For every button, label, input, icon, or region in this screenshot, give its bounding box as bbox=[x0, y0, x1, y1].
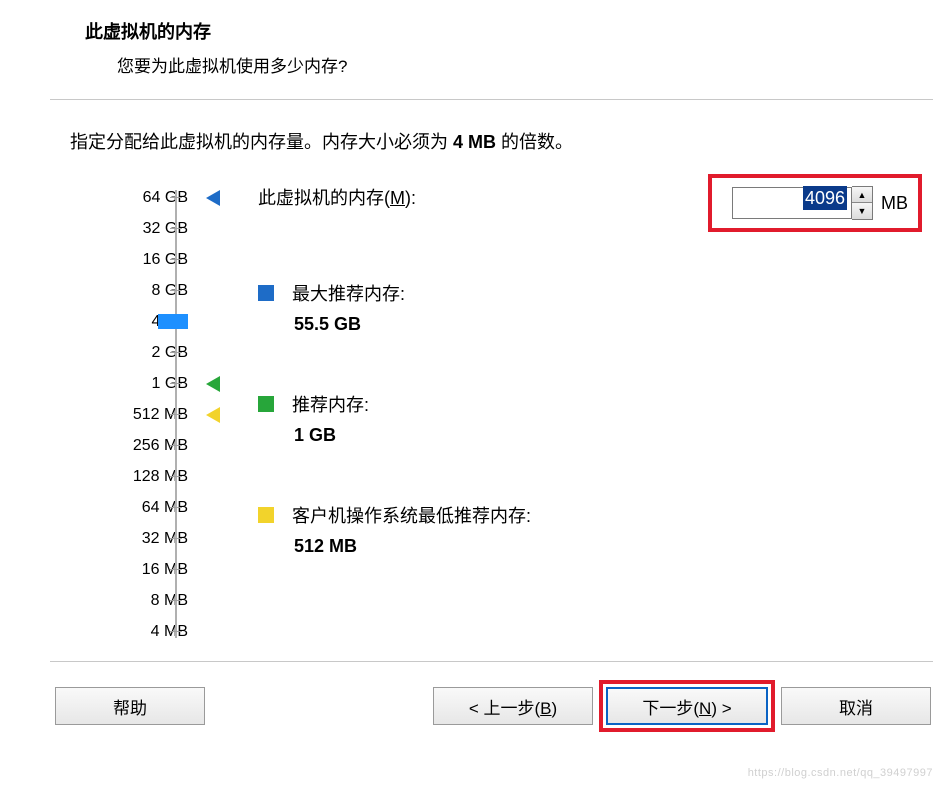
slider-tick-label: 16 MB bbox=[58, 554, 188, 585]
wizard-footer: 帮助 < 上一步(B) 下一步(N) > 取消 bbox=[0, 662, 951, 732]
slider-tick-label: 32 GB bbox=[58, 213, 188, 244]
slider-tick-label: 128 MB bbox=[58, 461, 188, 492]
slider-tick bbox=[170, 290, 182, 291]
slider-tick bbox=[170, 445, 182, 446]
min-memory-marker-icon bbox=[206, 407, 220, 423]
slider-tick bbox=[170, 538, 182, 539]
slider-tick bbox=[170, 414, 182, 415]
help-button[interactable]: 帮助 bbox=[55, 687, 205, 725]
slider-tick-label: 64 GB bbox=[58, 182, 188, 213]
square-blue-icon bbox=[258, 285, 274, 301]
slider-tick-label: 256 MB bbox=[58, 430, 188, 461]
memory-unit-label: MB bbox=[881, 193, 908, 214]
memory-info-column: 此虚拟机的内存(M): 最大推荐内存: 55.5 GB 推荐内存: 1 GB 客… bbox=[258, 184, 898, 613]
square-yellow-icon bbox=[258, 507, 274, 523]
memory-spin-down-button[interactable]: ▼ bbox=[852, 203, 872, 219]
square-green-icon bbox=[258, 396, 274, 412]
slider-tick-label: 16 GB bbox=[58, 244, 188, 275]
slider-tick bbox=[170, 476, 182, 477]
slider-tick bbox=[170, 383, 182, 384]
cancel-button[interactable]: 取消 bbox=[781, 687, 931, 725]
page-subtitle: 您要为此虚拟机使用多少内存? bbox=[85, 52, 951, 77]
wizard-header: 此虚拟机的内存 您要为此虚拟机使用多少内存? bbox=[0, 0, 951, 99]
description-text: 指定分配给此虚拟机的内存量。内存大小必须为 4 MB 的倍数。 bbox=[0, 100, 951, 166]
recommended-memory-marker-icon bbox=[206, 376, 220, 392]
slider-tick bbox=[170, 259, 182, 260]
legend-min: 客户机操作系统最低推荐内存: 512 MB bbox=[258, 502, 898, 557]
slider-tick bbox=[170, 352, 182, 353]
page-title: 此虚拟机的内存 bbox=[85, 18, 951, 44]
next-button-highlight: 下一步(N) > bbox=[599, 680, 775, 732]
slider-tick bbox=[170, 631, 182, 632]
slider-tick-label: 512 MB bbox=[58, 399, 188, 430]
slider-tick bbox=[170, 600, 182, 601]
memory-input-highlight: 4096 ▲ ▼ MB bbox=[708, 174, 922, 232]
slider-tick-label: 4 MB bbox=[58, 616, 188, 647]
slider-tick bbox=[170, 197, 182, 198]
content-area: 64 GB32 GB16 GB8 GB4 GB2 GB1 GB512 MB256… bbox=[0, 166, 951, 661]
slider-tick bbox=[170, 569, 182, 570]
legend-max: 最大推荐内存: 55.5 GB bbox=[258, 280, 898, 335]
legend-recommended: 推荐内存: 1 GB bbox=[258, 391, 898, 446]
slider-tick-label: 1 GB bbox=[58, 368, 188, 399]
memory-spin-up-button[interactable]: ▲ bbox=[852, 187, 872, 203]
memory-input[interactable]: 4096 bbox=[732, 187, 852, 219]
slider-tick-label: 2 GB bbox=[58, 337, 188, 368]
max-memory-marker-icon bbox=[206, 190, 220, 206]
watermark-text: https://blog.csdn.net/qq_39497997 bbox=[748, 767, 933, 779]
back-button[interactable]: < 上一步(B) bbox=[433, 687, 593, 725]
slider-tick-label: 64 MB bbox=[58, 492, 188, 523]
slider-tick-label: 8 GB bbox=[58, 275, 188, 306]
memory-spinner: ▲ ▼ bbox=[852, 186, 873, 220]
slider-tick-label: 32 MB bbox=[58, 523, 188, 554]
next-button[interactable]: 下一步(N) > bbox=[606, 687, 768, 725]
slider-tick-labels: 64 GB32 GB16 GB8 GB4 GB2 GB1 GB512 MB256… bbox=[58, 182, 188, 647]
memory-slider-thumb[interactable] bbox=[158, 314, 188, 329]
slider-tick bbox=[170, 507, 182, 508]
slider-tick-label: 8 MB bbox=[58, 585, 188, 616]
slider-tick bbox=[170, 228, 182, 229]
